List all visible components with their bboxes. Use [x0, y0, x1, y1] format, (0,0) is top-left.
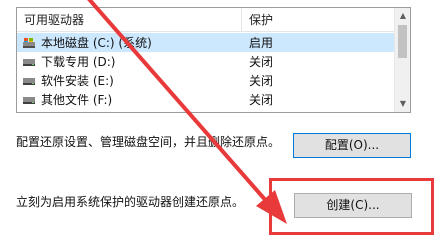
drive-name-cell: 下载专用 (D:) — [17, 53, 242, 70]
column-header-available-drives[interactable]: 可用驱动器 — [17, 8, 242, 32]
configure-description: 配置还原设置、管理磁盘空间，并且删除还原点。 — [16, 135, 281, 149]
column-header-protection[interactable]: 保护 — [242, 8, 395, 32]
create-description: 立刻为启用系统保护的驱动器创建还原点。 — [16, 195, 245, 209]
system-drive-icon — [23, 37, 35, 48]
create-button[interactable]: 创建(C)... — [294, 193, 412, 218]
drive-name-cell: 本地磁盘 (C:) (系统) — [17, 34, 242, 51]
system-protection-panel: 可用驱动器 保护 本地磁盘 (C:) (系统) 启用 下载专用 (D:) 关闭 … — [0, 0, 448, 241]
drive-rows: 本地磁盘 (C:) (系统) 启用 下载专用 (D:) 关闭 软件安装 (E:)… — [17, 33, 395, 109]
drive-icon — [23, 77, 35, 85]
configure-button[interactable]: 配置(O)... — [293, 133, 411, 158]
available-drives-list[interactable]: 可用驱动器 保护 本地磁盘 (C:) (系统) 启用 下载专用 (D:) 关闭 … — [16, 7, 411, 113]
list-header: 可用驱动器 保护 — [17, 8, 395, 32]
scroll-up-arrow-icon[interactable]: ▲ — [395, 8, 410, 24]
drive-name: 本地磁盘 (C:) (系统) — [41, 36, 152, 50]
vertical-scrollbar[interactable]: ▲ ▼ — [394, 8, 410, 112]
drive-protection-status: 关闭 — [249, 55, 274, 69]
drive-row-c[interactable]: 本地磁盘 (C:) (系统) 启用 — [17, 33, 395, 52]
drive-row-f[interactable]: 其他文件 (F:) 关闭 — [17, 90, 395, 109]
scroll-thumb[interactable] — [398, 25, 407, 58]
drive-protection-status: 启用 — [249, 36, 274, 50]
drive-protection-status: 关闭 — [249, 93, 274, 107]
drive-protection-status: 关闭 — [249, 74, 274, 88]
drive-row-e[interactable]: 软件安装 (E:) 关闭 — [17, 71, 395, 90]
drive-name-cell: 其他文件 (F:) — [17, 91, 242, 108]
scroll-down-arrow-icon[interactable]: ▼ — [395, 96, 410, 112]
drive-icon — [23, 96, 35, 104]
drive-name-cell: 软件安装 (E:) — [17, 72, 242, 89]
drive-row-d[interactable]: 下载专用 (D:) 关闭 — [17, 52, 395, 71]
drive-icon — [23, 58, 35, 66]
drive-name: 软件安装 (E:) — [41, 74, 114, 88]
drive-name: 其他文件 (F:) — [41, 93, 113, 107]
drive-name: 下载专用 (D:) — [41, 55, 116, 69]
